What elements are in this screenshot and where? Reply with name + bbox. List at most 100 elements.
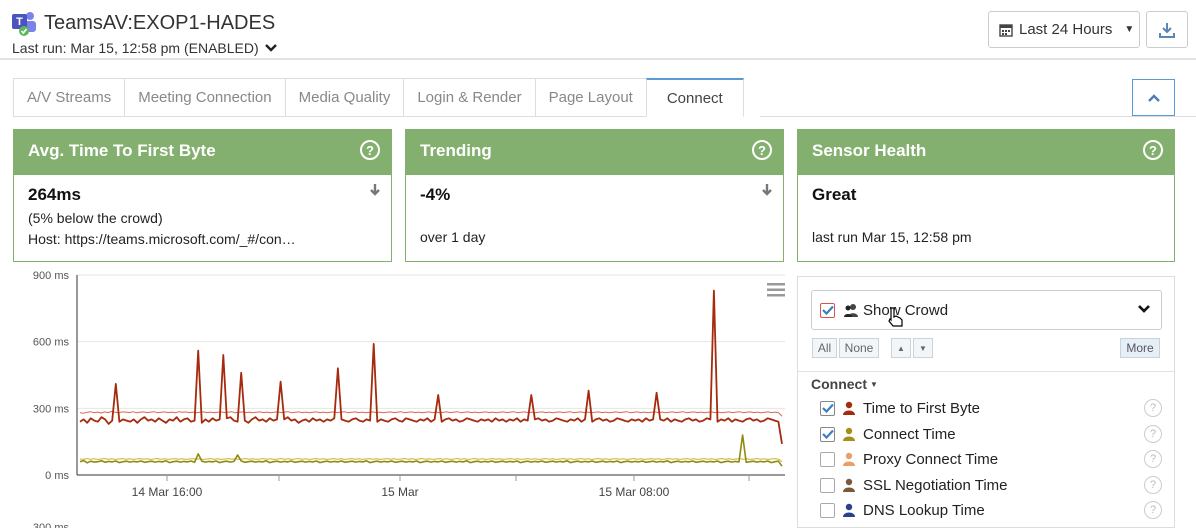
tab-meeting-connection[interactable]: Meeting Connection (124, 78, 285, 117)
trending-card-header: Trending ? (406, 130, 783, 175)
trending-card: Trending ? -4% over 1 day (405, 129, 784, 262)
y-tick-label: 300 ms (33, 403, 70, 415)
tab-login-render[interactable]: Login & Render (403, 78, 535, 117)
series-panel: Show Crowd All None ▲ ▼ More Connect ▼ T… (797, 276, 1175, 528)
checkmark-icon (821, 429, 834, 439)
ttfb-card-title: Avg. Time To First Byte (28, 141, 216, 160)
y-tick-label: 0 ms (45, 470, 69, 482)
checkmark-icon (821, 403, 834, 413)
page-header: T TeamsAV:EXOP1-HADES Last run: Mar 15, … (0, 0, 1196, 60)
metric-label: Time to First Byte (863, 399, 980, 417)
ttfb-host: Host: https://teams.microsoft.com/_#/con… (28, 231, 296, 247)
metric-checkbox[interactable] (820, 400, 835, 416)
trending-period: over 1 day (420, 229, 486, 245)
tab-media-quality[interactable]: Media Quality (284, 78, 404, 117)
trending-card-title: Trending (420, 141, 492, 160)
y-tick-label: 900 ms (33, 270, 70, 282)
metric-checkbox[interactable] (820, 502, 835, 518)
series-line-ttfb-crowd (79, 410, 783, 417)
show-crowd-dropdown[interactable]: Show Crowd (811, 290, 1162, 330)
tab-connect[interactable]: Connect (645, 78, 744, 117)
x-tick-label: 14 Mar 16:00 (132, 485, 203, 499)
metric-checkbox[interactable] (820, 477, 835, 493)
metric-label: DNS Lookup Time (863, 501, 985, 519)
tab-divider (760, 116, 1196, 117)
download-icon (1159, 22, 1175, 38)
chevron-down-icon (1138, 305, 1150, 313)
user-icon (843, 478, 855, 492)
arrow-down-icon (762, 184, 772, 196)
chevron-down-icon (264, 44, 277, 52)
move-up-button[interactable]: ▲ (891, 338, 911, 358)
sensor-health-card-header: Sensor Health ? (798, 130, 1174, 175)
y-tick-label: 300 ms (33, 522, 70, 528)
group-connect-label: Connect (811, 376, 867, 392)
metric-ssl-negotiation-time[interactable]: SSL Negotiation Time (820, 475, 1008, 495)
move-down-button[interactable]: ▼ (913, 338, 933, 358)
help-icon[interactable]: ? (1144, 450, 1162, 468)
help-icon[interactable]: ? (1144, 501, 1162, 519)
time-range-dropdown[interactable]: Last 24 Hours ▼ (988, 11, 1140, 48)
sensor-health-card: Sensor Health ? Great last run Mar 15, 1… (797, 129, 1175, 262)
user-icon (843, 503, 855, 517)
ttfb-value: 264ms (28, 185, 81, 204)
trending-value: -4% (420, 185, 451, 204)
svg-text:T: T (16, 16, 23, 28)
tab-bar: A/V Streams Meeting Connection Media Qua… (13, 78, 744, 117)
select-all-button[interactable]: All (812, 338, 837, 358)
help-icon[interactable]: ? (752, 140, 772, 160)
timeseries-chart: 900 ms 600 ms 300 ms 0 ms 300 ms 14 Mar 16:00… (33, 270, 785, 528)
caret-down-icon: ▼ (1124, 24, 1135, 35)
x-tick-label: 15 Mar 08:00 (599, 485, 670, 499)
cursor-icon (888, 307, 903, 327)
select-none-button[interactable]: None (839, 338, 879, 358)
download-button[interactable] (1146, 11, 1188, 48)
metric-dns-lookup-time[interactable]: DNS Lookup Time (820, 500, 985, 520)
more-button[interactable]: More (1120, 338, 1160, 358)
last-run-selector[interactable]: Last run: Mar 15, 12:58 pm (ENABLED) (12, 40, 277, 56)
help-icon[interactable]: ? (1144, 425, 1162, 443)
metric-connect-time[interactable]: Connect Time (820, 424, 956, 444)
caret-down-icon: ▼ (870, 379, 878, 389)
help-icon[interactable]: ? (1144, 399, 1162, 417)
page-title: TeamsAV:EXOP1-HADES (44, 12, 276, 34)
users-icon (844, 304, 858, 317)
x-tick-label: 15 Mar (381, 485, 418, 499)
chevron-up-icon (1147, 93, 1160, 102)
metric-checkbox[interactable] (820, 451, 835, 467)
metric-ttfb[interactable]: Time to First Byte (820, 398, 980, 418)
calendar-icon (999, 23, 1013, 37)
ttfb-comparison: (5% below the crowd) (28, 210, 163, 226)
help-icon[interactable]: ? (1144, 476, 1162, 494)
metric-label: Proxy Connect Time (863, 450, 999, 468)
series-line-time-to-first-byte (79, 289, 783, 445)
sensor-health-value: Great (812, 185, 857, 204)
collapse-button[interactable] (1132, 79, 1175, 116)
user-icon (843, 452, 855, 466)
metric-label: SSL Negotiation Time (863, 476, 1008, 494)
sensor-health-card-title: Sensor Health (812, 141, 927, 160)
metric-label: Connect Time (863, 425, 956, 443)
last-run-text: Last run: Mar 15, 12:58 pm (ENABLED) (12, 40, 259, 56)
metric-proxy-connect-time[interactable]: Proxy Connect Time (820, 449, 998, 469)
group-connect-toggle[interactable]: Connect ▼ (811, 376, 878, 392)
ttfb-card: Avg. Time To First Byte ? 264ms (5% belo… (13, 129, 392, 262)
y-tick-label: 600 ms (33, 337, 70, 349)
panel-divider (798, 371, 1174, 372)
show-crowd-checkbox[interactable] (820, 302, 835, 318)
user-icon (843, 427, 855, 441)
chart-menu-icon[interactable] (767, 283, 785, 297)
help-icon[interactable]: ? (360, 140, 380, 160)
metric-checkbox[interactable] (820, 426, 835, 442)
caret-up-icon: ▲ (897, 343, 905, 353)
ttfb-card-header: Avg. Time To First Byte ? (14, 130, 391, 175)
caret-down-icon: ▼ (919, 343, 927, 353)
tab-av-streams[interactable]: A/V Streams (13, 78, 125, 117)
sensor-last-run: last run Mar 15, 12:58 pm (812, 229, 972, 245)
series-line-connect-time (79, 434, 783, 467)
tab-page-layout[interactable]: Page Layout (534, 78, 646, 117)
help-icon[interactable]: ? (1143, 140, 1163, 160)
teams-icon: T (12, 12, 36, 36)
arrow-down-icon (370, 184, 380, 196)
time-range-label: Last 24 Hours (1019, 21, 1113, 38)
